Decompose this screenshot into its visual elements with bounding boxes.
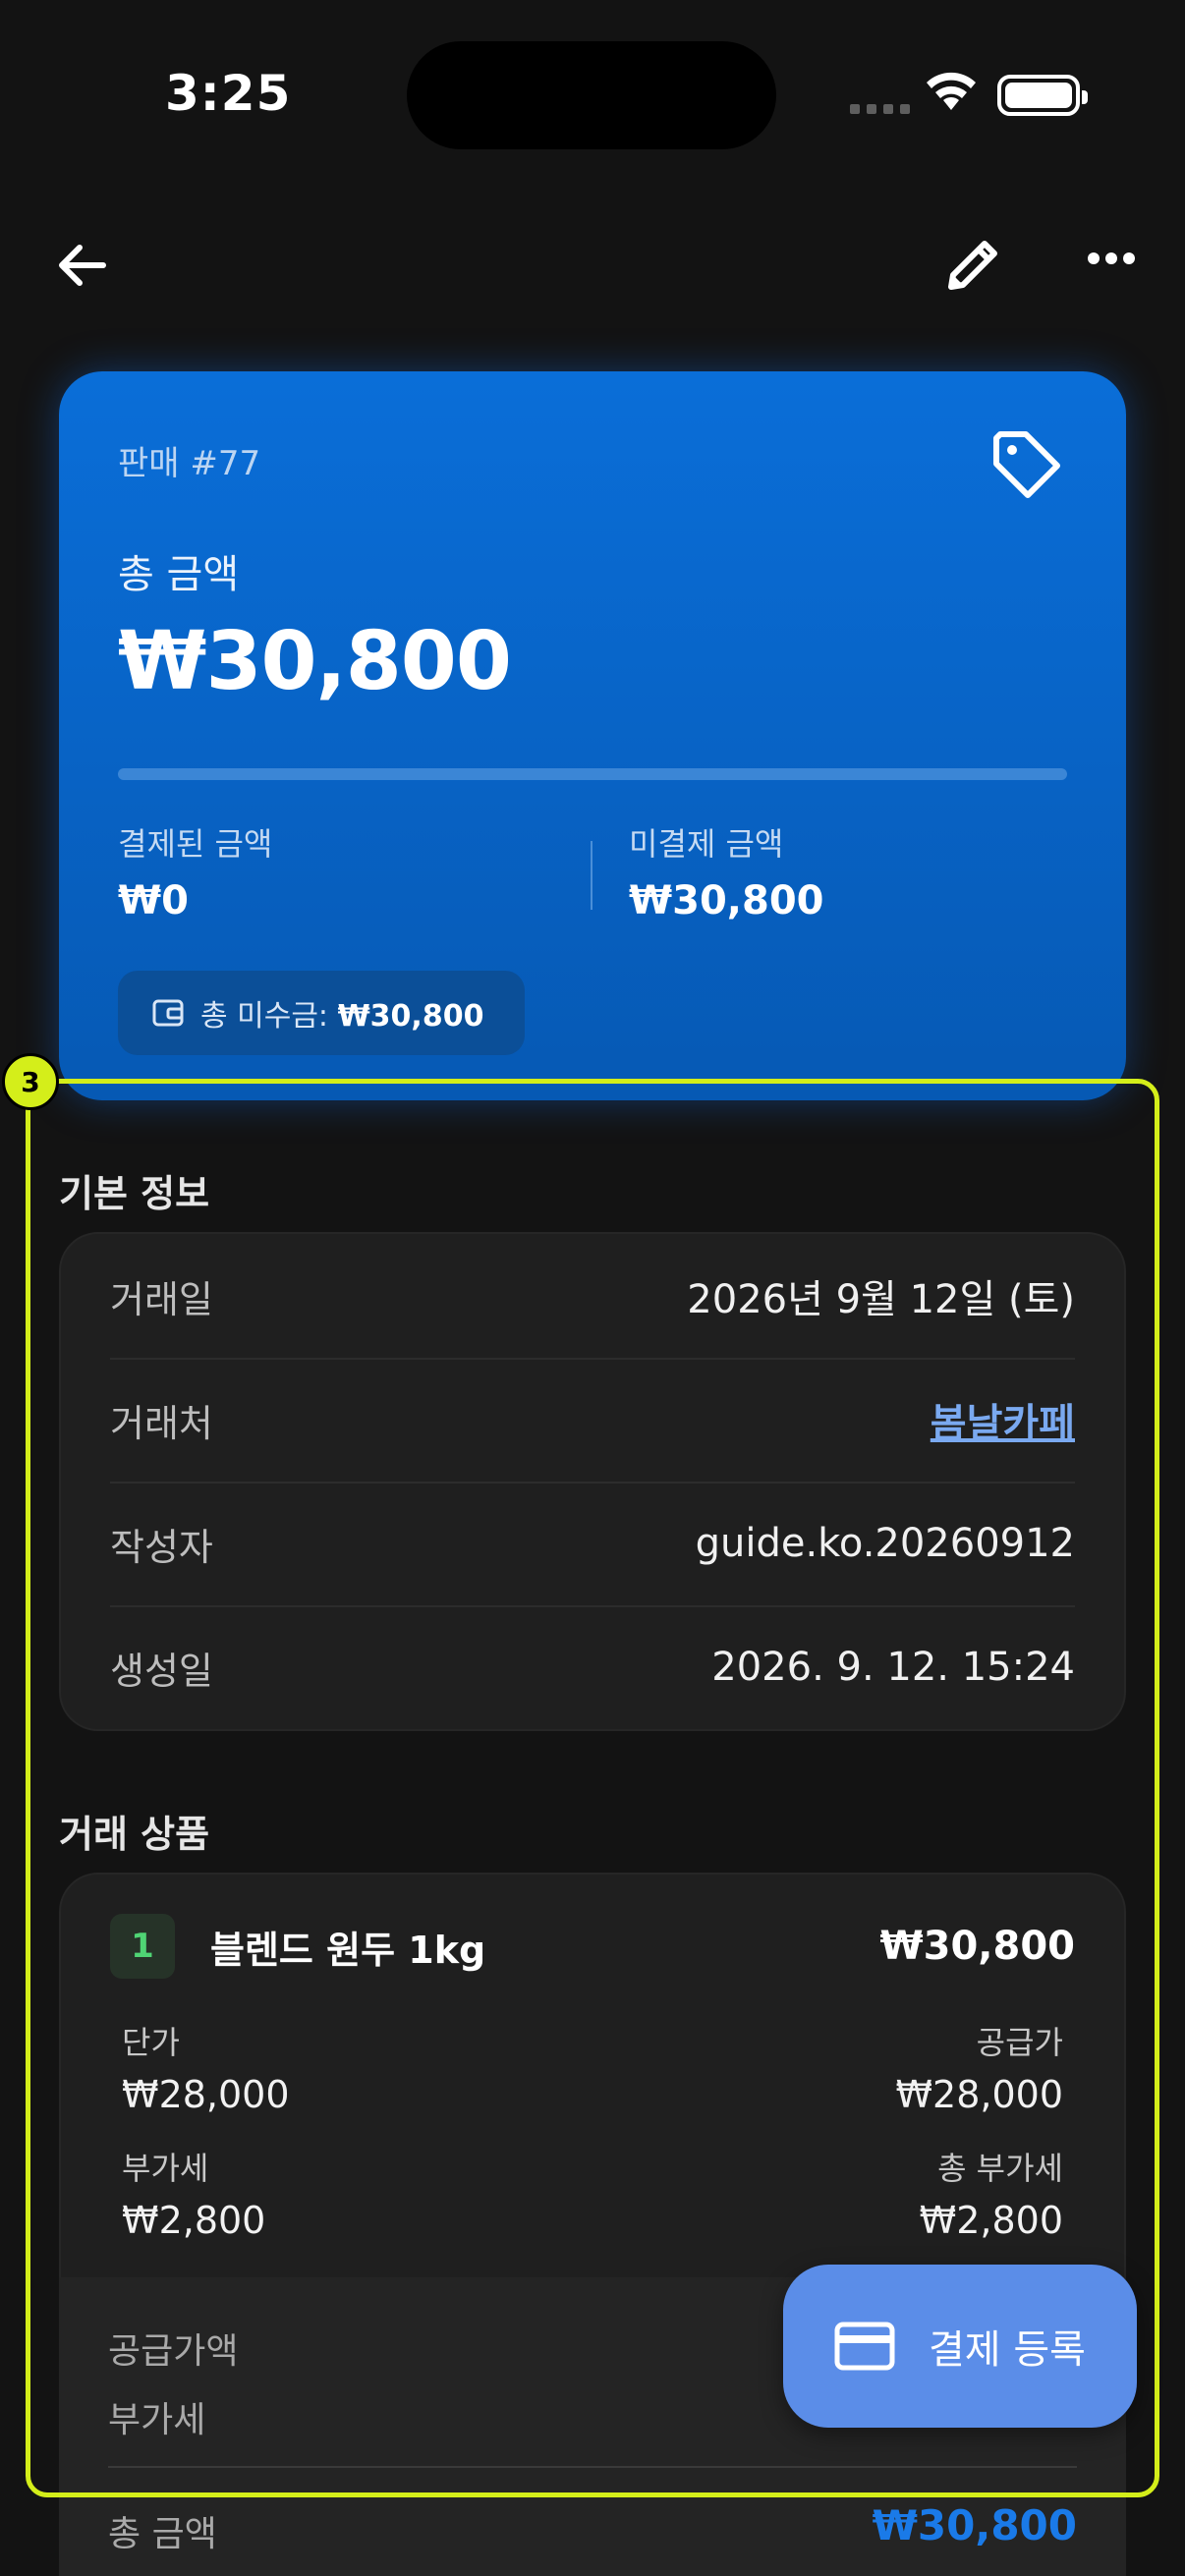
cellular-signal-icon [850, 104, 910, 114]
supply-price-cell: 공급가 ₩28,000 [895, 2018, 1063, 2116]
credit-card-icon [834, 2322, 895, 2371]
unit-price-value: ₩28,000 [122, 2073, 290, 2116]
info-row-date: 거래일 2026년 9월 12일 (토) [61, 1234, 1124, 1358]
unit-price-label: 단가 [122, 2024, 180, 2061]
total-amount-value: ₩30,800 [118, 615, 512, 708]
info-key: 거래처 [110, 1401, 213, 1445]
wallet-icon [152, 999, 184, 1027]
unpaid-amount-label: 미결제 금액 [629, 825, 784, 863]
vat-label: 부가세 [122, 2150, 209, 2187]
highlight-badge: 3 [2, 1053, 59, 1110]
status-time: 3:25 [165, 65, 292, 122]
info-key: 작성자 [110, 1525, 213, 1569]
supply-total-label: 공급가액 [108, 2331, 239, 2372]
total-vat-cell: 총 부가세 ₩2,800 [920, 2144, 1063, 2242]
supply-price-value: ₩28,000 [895, 2073, 1063, 2116]
receivable-chip: 총 미수금: ₩30,800 [118, 971, 525, 1055]
sale-summary-card: 판매 #77 총 금액 ₩30,800 결제된 금액 ₩0 미결제 금액 ₩30… [59, 371, 1126, 1100]
info-value: 2026. 9. 12. 15:24 [711, 1645, 1075, 1690]
info-key: 생성일 [110, 1649, 213, 1693]
edit-pencil-icon[interactable] [941, 232, 1006, 297]
info-value: guide.ko.20260912 [695, 1521, 1075, 1566]
summary-total-value: ₩30,800 [872, 2501, 1077, 2549]
info-row-author: 작성자 guide.ko.20260912 [61, 1482, 1124, 1605]
info-row-created: 생성일 2026. 9. 12. 15:24 [61, 1605, 1124, 1729]
info-key: 거래일 [110, 1277, 213, 1321]
summary-vat-label: 부가세 [108, 2400, 206, 2440]
basic-info-card: 거래일 2026년 9월 12일 (토) 거래처 봄날카페 작성자 guide.… [59, 1232, 1126, 1731]
top-nav [0, 226, 1185, 305]
register-payment-label: 결제 등록 [929, 2327, 1086, 2373]
summary-total-label: 총 금액 [108, 2514, 217, 2554]
summary-divider [108, 2466, 1077, 2468]
supply-price-label: 공급가 [976, 2024, 1063, 2061]
battery-icon [997, 75, 1088, 116]
register-payment-button[interactable]: 결제 등록 [783, 2265, 1137, 2428]
payment-progress-bar [118, 768, 1067, 780]
dynamic-island [407, 41, 776, 149]
product-name: 블렌드 원두 1kg [210, 1928, 486, 1972]
product-header: 1 블렌드 원두 1kg ₩30,800 [110, 1912, 1075, 1981]
back-arrow-icon[interactable] [54, 236, 113, 295]
total-vat-value: ₩2,800 [919, 2199, 1063, 2242]
vat-value: ₩2,800 [122, 2199, 266, 2242]
info-row-partner: 거래처 봄날카페 [61, 1358, 1124, 1482]
tag-icon [993, 431, 1060, 498]
product-price: ₩30,800 [879, 1924, 1075, 1969]
partner-link[interactable]: 봄날카페 [931, 1391, 1075, 1448]
sale-number: 판매 #77 [118, 444, 261, 483]
more-options-icon[interactable] [1087, 252, 1136, 265]
total-vat-label: 총 부가세 [937, 2150, 1063, 2187]
paid-amount-label: 결제된 금액 [118, 825, 273, 863]
receivable-value: ₩30,800 [337, 999, 484, 1034]
paid-amount-value: ₩0 [118, 878, 189, 924]
wifi-icon [927, 72, 976, 110]
vat-cell: 부가세 ₩2,800 [122, 2144, 265, 2242]
unit-price-cell: 단가 ₩28,000 [122, 2018, 290, 2116]
receivable-label: 총 미수금: [200, 999, 329, 1034]
product-index-badge: 1 [110, 1914, 175, 1979]
products-title: 거래 상품 [59, 1813, 210, 1856]
unpaid-amount-value: ₩30,800 [629, 878, 824, 924]
amount-divider [591, 841, 592, 910]
status-bar: 3:25 [0, 0, 1185, 196]
info-value: 2026년 9월 12일 (토) [687, 1277, 1075, 1322]
total-amount-label: 총 금액 [118, 552, 240, 597]
basic-info-title: 기본 정보 [59, 1172, 210, 1215]
